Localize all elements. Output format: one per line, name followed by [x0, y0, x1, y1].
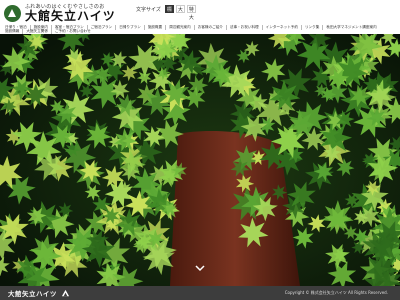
- nav-item-8[interactable]: 法事・お祝い料理: [227, 24, 263, 30]
- nav-item-4[interactable]: 日帰りプラン: [116, 24, 145, 30]
- maple-leaves-photo: [0, 34, 400, 286]
- copyright-text: Copyright © 株式会社矢立ハイツ All Rights Reserve…: [284, 290, 388, 295]
- font-size-switcher: 文字サイズ 標準 大 特大: [136, 5, 196, 21]
- logo-text: ふれあいのはぐくむやさしさのお 大館矢立ハイツ: [25, 4, 116, 23]
- font-size-large-button[interactable]: 大: [175, 5, 185, 13]
- nav-item-11[interactable]: 秋田大学マネジメント講座案内: [323, 25, 379, 30]
- nav-item-6[interactable]: 周辺観光案内: [166, 24, 195, 30]
- nav-item-9[interactable]: インターネット予約: [263, 24, 302, 30]
- footer-site-name: 大館矢立ハイツ: [8, 290, 57, 298]
- nav-item-10[interactable]: リンク集: [302, 24, 324, 30]
- chevron-down-icon[interactable]: [194, 263, 206, 273]
- site-header: ふれあいのはぐくむやさしさのお 大館矢立ハイツ 文字サイズ 標準 大 特大 日帰…: [0, 0, 400, 34]
- nav-item-7[interactable]: お客様のご紹介: [195, 24, 227, 30]
- site-footer: 大館矢立ハイツ Copyright © 株式会社矢立ハイツ All Rights…: [0, 286, 400, 300]
- nav-item-5[interactable]: 施設概要: [145, 24, 167, 30]
- site-logo[interactable]: ふれあいのはぐくむやさしさのお 大館矢立ハイツ: [4, 4, 116, 23]
- font-size-standard-button[interactable]: 標準: [164, 5, 174, 21]
- footer-logo-mark-icon: [61, 289, 69, 296]
- logo-mark-icon: [4, 5, 21, 22]
- hero-image: [0, 34, 400, 286]
- font-size-label: 文字サイズ: [136, 6, 161, 13]
- font-size-xlarge-button[interactable]: 特大: [186, 5, 196, 21]
